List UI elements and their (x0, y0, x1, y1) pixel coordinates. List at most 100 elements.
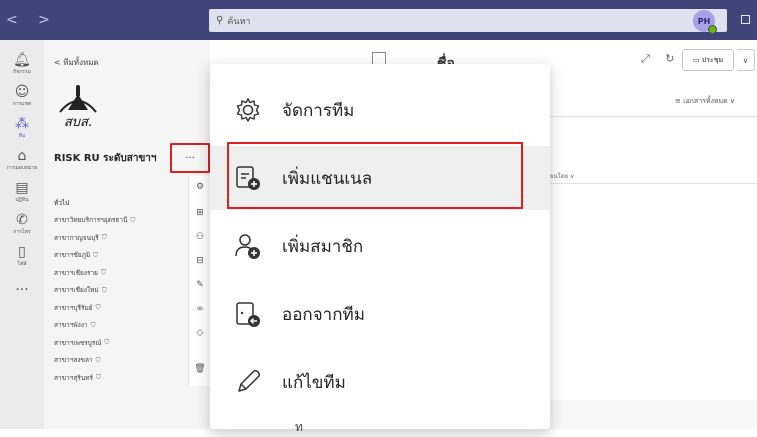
tag-icon[interactable]: ◇ (193, 328, 207, 338)
avatar[interactable]: PH (693, 10, 717, 34)
private-channel-icon: ⛉ (130, 215, 136, 224)
meet-dropdown-button[interactable]: ∨ (737, 49, 755, 71)
rail-item-activity[interactable]: 🔔︎ กิจกรรม (0, 52, 44, 76)
team-name[interactable]: RISK RU ระดับสาขาฯ (54, 151, 157, 166)
pencil-icon (238, 369, 261, 392)
file-icon: ▯ (18, 244, 26, 260)
channel-name: สาขาฯบุรีรัมย์ (54, 303, 93, 312)
mini-menu-strip: ⚙ ⊞ ⚇ ⊟ ✎ ∞ ◇ 🗑︎ (188, 176, 210, 386)
team-options-menu: จัดการทีม เพิ่มแชนเนล เพิ่มสมาชิก ออกจาก… (210, 64, 550, 429)
teams-icon: ⁂ (15, 116, 29, 132)
search-icon: ⚲ (216, 15, 224, 26)
trash-icon[interactable]: 🗑︎ (193, 364, 207, 374)
search-placeholder: ค้นหา (227, 16, 251, 27)
logo-text: สบส. (64, 115, 92, 130)
channel-item[interactable]: สาขาฯเชียงใหม่ ⛉ (54, 282, 190, 300)
channel-item[interactable]: ทั่วไป (54, 194, 190, 212)
add-member-menu-item[interactable]: เพิ่มสมาชิก (210, 214, 550, 278)
rail-item-teams[interactable]: ⁂ ทีม (0, 116, 44, 140)
private-channel-icon: ⛉ (101, 233, 107, 242)
channel-name: สาขาฯพังงา (54, 321, 88, 330)
private-channel-icon: ⛉ (101, 285, 107, 294)
channel-name: สาขาวิทยบริการฯอุดรธานี (54, 216, 128, 225)
private-channel-icon: ⛉ (95, 355, 101, 364)
teams-panel: < ทีมทั้งหมด สบส. RISK RU ระดับสาขาฯ ทั่… (44, 40, 210, 429)
channel-item[interactable]: สาขาฯชัยภูมิ ⛉ (54, 247, 190, 265)
rail-item-chat[interactable]: ☺ การแชท (0, 84, 44, 108)
leave-team-menu-item[interactable]: ออกจากทีม (210, 282, 550, 346)
channel-name: สาขาฯสงขลา (54, 356, 93, 365)
more-icon: ... (15, 278, 29, 294)
rail-label: กิจกรรม (13, 69, 31, 75)
channel-name: ทั่วไป (54, 198, 70, 207)
private-channel-icon: ⛉ (93, 250, 99, 259)
history-nav[interactable]: < > (6, 12, 58, 28)
channel-item[interactable]: สาขาฯสงขลา ⛉ (54, 352, 190, 370)
link-icon[interactable]: ∞ (193, 304, 207, 314)
rail-item-files[interactable]: ▯ ไฟล์ (0, 244, 44, 268)
gear-icon (236, 98, 260, 122)
channel-item[interactable]: สาขาฯพังงา ⛉ (54, 317, 190, 335)
meet-button[interactable]: ▭ ประชุม (682, 49, 734, 71)
channel-name: สาขาฯเพชรบูรณ์ (54, 338, 102, 347)
rail-item-assignments[interactable]: ⌂ การมอบหมาย (0, 148, 44, 172)
team-logo: สบส. (59, 85, 97, 130)
add-member-icon (235, 234, 260, 259)
meet-label: ประชุม (701, 55, 724, 64)
highlight-box (227, 142, 523, 209)
column-header-modified-by[interactable]: ยนโดย ∨ (550, 171, 575, 181)
channel-item[interactable]: สาขาฯสุรินทร์ ⛉ (54, 369, 190, 387)
channel-item[interactable]: สาขาฯเชียงราย ⛉ (54, 264, 190, 282)
video-icon: ▭ (692, 56, 702, 64)
leave-team-icon[interactable]: ⊟ (193, 256, 207, 266)
menu-item-label: เพิ่มสมาชิก (282, 236, 364, 257)
phone-icon: ✆ (16, 212, 28, 228)
footer-text: ท (295, 420, 303, 434)
search-input[interactable]: ⚲ ค้นหา (209, 9, 727, 32)
rail-label: ปฏิทิน (15, 197, 29, 203)
rail-label: การโทร (13, 229, 31, 235)
app-rail: 🔔︎ กิจกรรม ☺ การแชท ⁂ ทีม ⌂ การมอบหมาย ▤… (0, 40, 44, 429)
leave-team-icon (236, 302, 260, 327)
channel-name: สาขาฯชัยภูมิ (54, 251, 91, 260)
private-channel-icon: ⛉ (96, 373, 101, 382)
channel-item[interactable]: สาขากาญจนบุรี ⛉ (54, 229, 190, 247)
gear-icon[interactable]: ⚙ (193, 182, 207, 192)
team-more-options-button[interactable]: ··· (170, 143, 210, 173)
private-channel-icon: ⛉ (90, 320, 96, 329)
menu-item-label: แก้ไขทีม (282, 372, 346, 393)
channel-item[interactable]: สาขาฯเพชรบูรณ์ ⛉ (54, 334, 190, 352)
rail-item-calls[interactable]: ✆ การโทร (0, 212, 44, 236)
add-member-icon[interactable]: ⚇ (193, 232, 207, 242)
private-channel-icon: ⛉ (104, 338, 110, 347)
maximize-button[interactable] (741, 15, 750, 24)
channel-list: ทั่วไป สาขาวิทยบริการฯอุดรธานี ⛉ สาขากาญจ… (54, 194, 190, 387)
bell-icon: 🔔︎ (13, 52, 31, 68)
divider (550, 183, 757, 184)
divider (550, 116, 757, 117)
rail-label: ไฟล์ (17, 261, 27, 267)
calendar-icon: ▤ (15, 180, 29, 196)
channel-item[interactable]: สาขาวิทยบริการฯอุดรธานี ⛉ (54, 212, 190, 230)
private-channel-icon: ⛉ (100, 268, 106, 277)
channel-name: สาขาฯเชียงใหม่ (54, 286, 99, 295)
rail-label: การแชท (12, 101, 32, 107)
manage-team-menu-item[interactable]: จัดการทีม (210, 78, 550, 142)
add-channel-icon[interactable]: ⊞ (193, 208, 207, 218)
channel-name: สาขากาญจนบุรี (54, 233, 99, 242)
all-documents-filter[interactable]: ≡ เอกสารทั้งหมด ∨ (675, 96, 735, 107)
assignments-icon: ⌂ (17, 148, 27, 164)
chat-icon: ☺ (14, 84, 30, 100)
menu-item-label: ออกจากทีม (282, 304, 365, 325)
pencil-icon[interactable]: ✎ (193, 280, 207, 290)
edit-team-menu-item[interactable]: แก้ไขทีม (210, 350, 550, 414)
rail-label: ทีม (18, 133, 26, 139)
all-teams-link[interactable]: < ทีมทั้งหมด (54, 56, 99, 69)
channel-item[interactable]: สาขาฯบุรีรัมย์ ⛉ (54, 299, 190, 317)
avatar-initials: PH (697, 16, 711, 26)
rail-label: การมอบหมาย (6, 165, 38, 171)
expand-icon[interactable]: ⤢ ↻ (641, 52, 681, 66)
minimize-button[interactable]: – (714, 12, 721, 27)
rail-item-more[interactable]: ... (0, 278, 44, 294)
rail-item-calendar[interactable]: ▤ ปฏิทิน (0, 180, 44, 204)
